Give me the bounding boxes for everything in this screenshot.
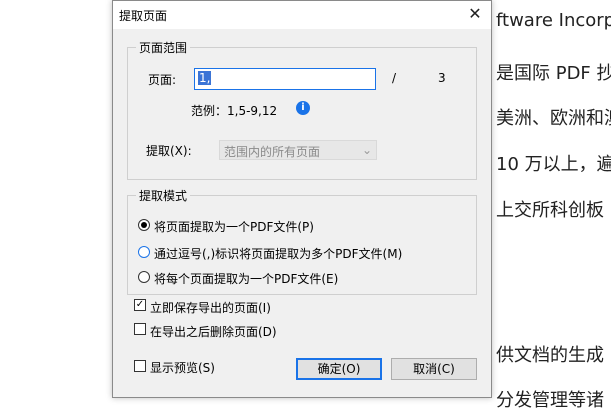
radio-single-pdf-label[interactable]: 将页面提取为一个PDF文件(P) bbox=[154, 218, 314, 235]
page-range-group-label: 页面范围 bbox=[136, 39, 191, 56]
radio-single-pdf[interactable] bbox=[138, 219, 150, 231]
dialog-title: 提取页面 bbox=[119, 9, 168, 23]
radio-multiple-pdf-by-comma[interactable] bbox=[138, 246, 150, 258]
bg-text-line: 美洲、欧洲和澳 bbox=[496, 108, 611, 129]
slash-separator: / bbox=[392, 71, 397, 85]
pages-input-value: 1, bbox=[198, 71, 212, 85]
close-icon[interactable]: ✕ bbox=[465, 4, 485, 24]
ok-button[interactable]: 确定(O) bbox=[296, 358, 382, 380]
info-icon[interactable]: i bbox=[296, 101, 310, 115]
pages-input[interactable]: 1, bbox=[194, 68, 376, 90]
extract-mode-group-label: 提取模式 bbox=[136, 187, 191, 204]
pages-label: 页面: bbox=[148, 73, 177, 87]
bg-text-line: 10 万以上，遍 bbox=[496, 154, 611, 175]
extract-select[interactable]: 范围内的所有页面 ⌄ bbox=[219, 140, 377, 160]
radio-each-page-pdf-label[interactable]: 将每个页面提取为一个PDF文件(E) bbox=[154, 270, 338, 287]
bg-text-line: 供文档的生成 bbox=[496, 345, 604, 366]
range-example: 范例：1,5-9,12 bbox=[191, 104, 278, 118]
bg-text-line: ftware Incorp bbox=[496, 10, 611, 31]
save-immediately-checkbox[interactable]: ✓ bbox=[134, 299, 146, 311]
chevron-down-icon: ⌄ bbox=[361, 143, 372, 157]
bg-text-line: 是国际 PDF 抄 bbox=[496, 63, 611, 84]
total-pages: 3 bbox=[438, 71, 446, 85]
radio-multiple-pdf-label[interactable]: 通过逗号(,)标识将页面提取为多个PDF文件(M) bbox=[154, 245, 402, 262]
show-preview-label[interactable]: 显示预览(S) bbox=[150, 359, 215, 376]
extract-select-value: 范围内的所有页面 bbox=[224, 145, 321, 159]
bg-text-line: 分发管理等诸 bbox=[496, 390, 604, 411]
bg-text-line: 上交所科创板 bbox=[496, 200, 604, 221]
cancel-button[interactable]: 取消(C) bbox=[391, 358, 477, 380]
delete-after-checkbox[interactable] bbox=[134, 323, 146, 335]
dialog-titlebar[interactable]: 提取页面 ✕ bbox=[113, 1, 491, 29]
delete-after-label[interactable]: 在导出之后删除页面(D) bbox=[150, 323, 277, 340]
show-preview-checkbox[interactable] bbox=[134, 360, 146, 372]
save-immediately-label[interactable]: 立即保存导出的页面(I) bbox=[150, 299, 271, 316]
extract-label: 提取(X): bbox=[146, 144, 192, 158]
extract-pages-dialog: 提取页面 ✕ 页面范围 页面: 1, / 3 范例：1,5-9,12 i 提取(… bbox=[112, 0, 492, 398]
radio-each-page-pdf[interactable] bbox=[138, 271, 150, 283]
